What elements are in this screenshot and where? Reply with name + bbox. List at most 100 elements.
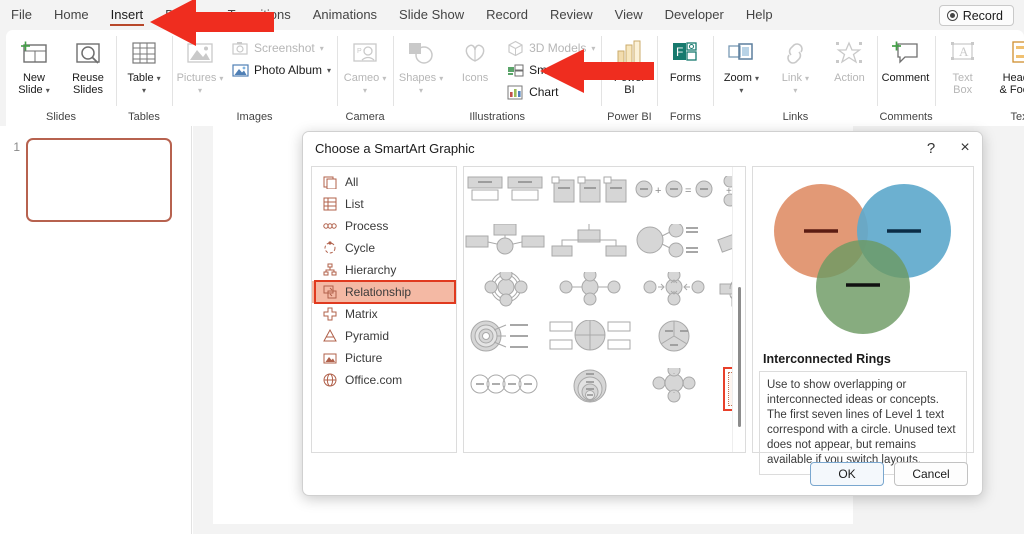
- preview-graphic: [759, 173, 967, 348]
- ribbon-button-forms[interactable]: F Forms: [659, 35, 711, 87]
- category-item-matrix[interactable]: Matrix: [312, 303, 456, 325]
- gallery-viewport: + = +: [464, 167, 732, 452]
- relationship-icon: [322, 285, 337, 300]
- ribbon-button-chart[interactable]: Chart: [503, 81, 599, 103]
- smartart-thumbnail-hierarchy-split[interactable]: [548, 221, 632, 269]
- all-icon: [322, 175, 337, 190]
- ribbon-tab-record[interactable]: Record: [475, 0, 539, 30]
- chart-icon: [507, 84, 524, 101]
- smartart-thumbnail-circle-cluster-list[interactable]: [632, 221, 716, 269]
- smartart-thumbnail-pentagon-cycle[interactable]: [716, 269, 732, 317]
- smartart-thumbnail-three-slice-pie[interactable]: [632, 317, 716, 365]
- category-item-process[interactable]: Process: [312, 215, 456, 237]
- gallery-scrollbar-thumb[interactable]: [738, 287, 741, 427]
- chevron-down-icon[interactable]: ▾: [142, 85, 146, 97]
- button-label-line: Comment: [881, 72, 930, 84]
- smartart-thumbnail-circle-ring-four[interactable]: [464, 267, 548, 317]
- group-name: Slides: [46, 111, 76, 123]
- group-body: F Forms: [659, 30, 711, 110]
- smartart-thumbnail-four-box-pairs[interactable]: [464, 173, 548, 221]
- smartart-thumbnail-target-callout[interactable]: [464, 317, 548, 365]
- thumbnail-graphic: [464, 223, 548, 267]
- ribbon-tab-insert[interactable]: Insert: [100, 0, 155, 30]
- smartart-thumbnail-diamond-box-diamond[interactable]: [716, 221, 732, 269]
- button-label-line: & Footer: [999, 84, 1024, 96]
- chevron-down-icon[interactable]: ▾: [157, 74, 161, 83]
- ribbon-tab-file[interactable]: File: [0, 0, 43, 30]
- button-label: Chart: [529, 85, 559, 99]
- ribbon-button-photo-album[interactable]: Photo Album ▾: [228, 59, 335, 81]
- category-item-all[interactable]: All: [312, 171, 456, 193]
- close-icon[interactable]: ×: [948, 133, 982, 163]
- smartart-thumbnail-three-panel-list[interactable]: [548, 173, 632, 221]
- slide-list-item[interactable]: 1: [8, 138, 172, 222]
- choose-smartart-graphic-dialog: Choose a SmartArt Graphic ? × All List Pro…: [302, 131, 983, 496]
- small-button-column: 3D Models ▾ SmartArt Chart: [503, 35, 599, 103]
- smartart-thumbnail-plus-equals-circles[interactable]: + =: [632, 173, 716, 221]
- ribbon-button-table[interactable]: Table ▾ ▾: [118, 35, 170, 100]
- ribbon-button-reuse-slides[interactable]: Reuse Slides: [62, 35, 114, 99]
- chevron-down-icon[interactable]: ▾: [46, 86, 50, 95]
- category-item-relationship[interactable]: Relationship: [312, 281, 456, 303]
- chevron-down-icon[interactable]: ▾: [755, 74, 759, 83]
- chevron-down-icon[interactable]: ▾: [739, 85, 743, 97]
- ribbon-button-zoom[interactable]: Zoom ▾ ▾: [715, 35, 767, 100]
- ribbon-tab-review[interactable]: Review: [539, 0, 604, 30]
- chevron-down-icon: ▾: [319, 43, 324, 53]
- button-label-line: New: [22, 72, 45, 84]
- smartart-thumbnail-bidirectional-cross[interactable]: [632, 268, 716, 317]
- ribbon-button-new-slide[interactable]: New Slide ▾: [8, 35, 60, 100]
- button-label: 3D Models: [529, 41, 587, 55]
- svg-text:+: +: [726, 186, 732, 197]
- record-button[interactable]: Record: [938, 5, 1014, 26]
- group-name: Tables: [128, 111, 160, 123]
- category-label: Picture: [345, 351, 383, 365]
- button-label: SmartArt: [529, 63, 577, 77]
- ribbon-button-header-footer[interactable]: Header& Footer: [991, 35, 1024, 99]
- category-item-hierarchy[interactable]: Hierarchy: [312, 259, 456, 281]
- button-label-line: Action: [834, 72, 865, 84]
- category-label: Hierarchy: [345, 263, 397, 277]
- ok-button[interactable]: OK: [810, 462, 884, 486]
- ribbon-button-power-bi[interactable]: Power BI: [603, 35, 655, 99]
- ribbon-tab-slide-show[interactable]: Slide Show: [388, 0, 475, 30]
- ribbon-tab-developer[interactable]: Developer: [654, 0, 735, 30]
- smartart-thumbnail-two-plus-big-circle[interactable]: +: [716, 173, 732, 221]
- text-box-icon: A: [948, 38, 978, 70]
- button-label-line: Link ▾: [781, 72, 810, 84]
- smartart-thumbnail-converging-boxes[interactable]: [464, 221, 548, 269]
- slide-thumbnail[interactable]: [26, 138, 172, 222]
- smartart-thumbnail-quad-pie-callout[interactable]: [548, 317, 632, 365]
- ribbon: New Slide ▾ Reuse Slides Slides Table ▾ ▾ Table…: [6, 30, 1024, 126]
- ribbon-tab-help[interactable]: Help: [735, 0, 784, 30]
- category-item-office-com[interactable]: Office.com: [312, 369, 456, 391]
- gallery-scrollbar[interactable]: [732, 167, 745, 452]
- slide-thumbnail-pane[interactable]: 1: [0, 126, 192, 534]
- cancel-button[interactable]: Cancel: [894, 462, 968, 486]
- ribbon-button-smartart[interactable]: SmartArt: [503, 59, 599, 81]
- smartart-gallery[interactable]: + = +: [463, 166, 746, 453]
- button-label-line: Table ▾: [127, 72, 161, 84]
- ribbon-tab-transitions[interactable]: Transitions: [217, 0, 302, 30]
- chevron-down-icon: ▾: [439, 74, 444, 83]
- category-item-picture[interactable]: Picture: [312, 347, 456, 369]
- category-item-cycle[interactable]: Cycle: [312, 237, 456, 259]
- smartart-thumbnail-stacked-venn[interactable]: [548, 365, 632, 413]
- ribbon-tab-animations[interactable]: Animations: [302, 0, 388, 30]
- category-item-pyramid[interactable]: Pyramid: [312, 325, 456, 347]
- help-icon[interactable]: ?: [914, 133, 948, 163]
- category-label: Pyramid: [345, 329, 390, 343]
- smartart-thumbnail-radial-venn[interactable]: [632, 363, 716, 413]
- category-list[interactable]: All List Process Cycle Hierarchy Relationship…: [311, 166, 457, 453]
- chevron-down-icon: ▾: [363, 86, 368, 95]
- ribbon-tab-view[interactable]: View: [604, 0, 654, 30]
- chevron-down-icon[interactable]: ▾: [327, 66, 331, 75]
- smartart-thumbnail-interconnected-rings[interactable]: [716, 365, 732, 413]
- ribbon-tab-home[interactable]: Home: [43, 0, 100, 30]
- ribbon-tab-design[interactable]: Design: [154, 0, 216, 30]
- smartart-thumbnail-linear-venn[interactable]: [464, 365, 548, 413]
- ribbon-button-comment[interactable]: Comment: [879, 35, 931, 87]
- smartart-thumbnail-basic-venn[interactable]: [716, 317, 732, 365]
- smartart-thumbnail-radial-cross[interactable]: [548, 268, 632, 317]
- category-item-list[interactable]: List: [312, 193, 456, 215]
